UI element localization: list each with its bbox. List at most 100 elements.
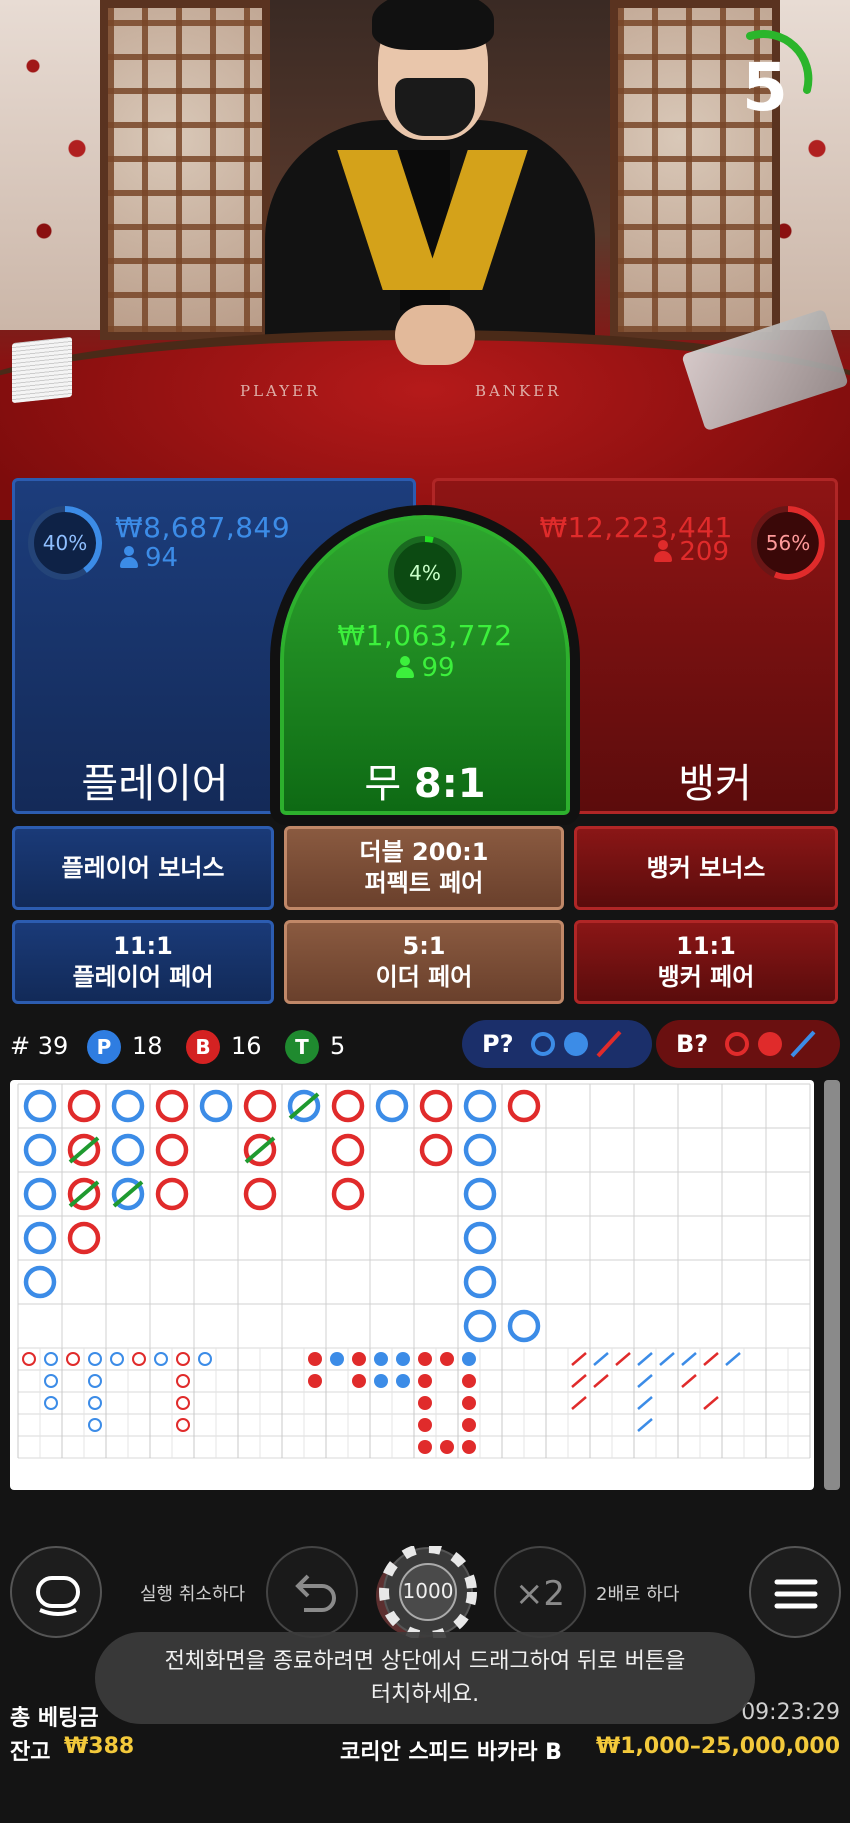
small-road-dot xyxy=(418,1374,432,1388)
big-road-circle xyxy=(155,1133,189,1167)
stats-bar: # 39 P 18 B 16 T 5 P? B? xyxy=(0,1018,850,1074)
table-name: 코리안 스피드 바카라 B xyxy=(340,1740,562,1765)
menu-button[interactable] xyxy=(749,1546,841,1638)
tie-total-amount: ₩1,063,772 xyxy=(337,619,513,652)
big-road-circle xyxy=(155,1177,189,1211)
big-road-circle xyxy=(111,1133,145,1167)
perfect-pair-button[interactable]: 더블 200:1 퍼펙트 페어 xyxy=(284,826,564,910)
undo-label: 실행 취소하다 xyxy=(140,1584,246,1605)
big-eye-circle xyxy=(176,1418,190,1432)
double-label: 2배로 하다 xyxy=(596,1584,680,1605)
small-road-dot xyxy=(396,1374,410,1388)
player-bonus-button[interactable]: 플레이어 보너스 xyxy=(12,826,274,910)
big-road-circle xyxy=(155,1089,189,1123)
road-grid xyxy=(17,1083,811,1459)
small-road-dot xyxy=(308,1374,322,1388)
person-icon xyxy=(395,656,415,678)
balance-label: 잔고 xyxy=(10,1740,51,1765)
big-road-circle xyxy=(67,1221,101,1255)
scoreboard[interactable] xyxy=(10,1080,814,1490)
banker-pair-label: 뱅커 페어 xyxy=(657,963,755,991)
chip-value: 1000 xyxy=(402,1579,454,1603)
player-bonus-label: 플레이어 보너스 xyxy=(61,853,225,882)
banker-bonus-button[interactable]: 뱅커 보너스 xyxy=(574,826,838,910)
player-predict-button[interactable]: P? xyxy=(462,1020,652,1068)
tie-percent: 4% xyxy=(409,561,441,585)
big-road-circle xyxy=(23,1177,57,1211)
big-road-circle xyxy=(463,1265,497,1299)
big-road-circle xyxy=(23,1221,57,1255)
cockroach-slash xyxy=(571,1396,587,1410)
tie-bet-area[interactable]: 4% ₩1,063,772 99 무 8:1 xyxy=(270,505,580,825)
tie-count-badge: T xyxy=(285,1030,319,1064)
cockroach-slash xyxy=(681,1352,697,1366)
cockroach-slash xyxy=(593,1374,609,1388)
tie-payout: 8:1 xyxy=(413,761,486,807)
small-road-dot xyxy=(352,1374,366,1388)
cockroach-slash xyxy=(571,1374,587,1388)
banker-percent-ring: 56% xyxy=(748,503,828,583)
small-road-dot xyxy=(418,1440,432,1454)
lattice-screen xyxy=(100,0,270,340)
player-wins-badge: P xyxy=(87,1030,121,1064)
banker-label: 뱅커 xyxy=(678,761,752,807)
player-pair-button[interactable]: 11:1 플레이어 페어 xyxy=(12,920,274,1004)
scoreboard-scrollbar[interactable] xyxy=(824,1080,840,1490)
toast-line-2: 터치하세요. xyxy=(370,1682,480,1707)
big-road-circle xyxy=(331,1133,365,1167)
big-road-circle xyxy=(243,1177,277,1211)
cockroach-slash xyxy=(637,1374,653,1388)
big-road-circle xyxy=(463,1309,497,1343)
balance-value: ₩388 xyxy=(64,1734,135,1759)
cockroach-slash xyxy=(725,1352,741,1366)
fullscreen-toast: 전체화면을 종료하려면 상단에서 드래그하여 뒤로 버튼을 터치하세요. xyxy=(95,1632,755,1724)
person-icon xyxy=(119,546,139,568)
either-pair-button[interactable]: 5:1 이더 페어 xyxy=(284,920,564,1004)
big-road-circle xyxy=(375,1089,409,1123)
big-road-circle xyxy=(111,1089,145,1123)
small-road-dot xyxy=(462,1396,476,1410)
big-eye-circle xyxy=(132,1352,146,1366)
big-eye-circle xyxy=(88,1374,102,1388)
double-button[interactable]: ×2 xyxy=(494,1546,586,1638)
big-eye-circle xyxy=(110,1352,124,1366)
perfect-pair-label: 퍼펙트 페어 xyxy=(364,869,484,897)
chat-bubble-icon xyxy=(36,1576,80,1616)
big-road-circle xyxy=(463,1177,497,1211)
dealer-hands xyxy=(395,305,475,365)
big-road-circle xyxy=(463,1133,497,1167)
small-road-dot xyxy=(418,1352,432,1366)
cockroach-slash xyxy=(681,1374,697,1388)
clock: 09:23:29 xyxy=(741,1700,840,1725)
chat-button[interactable] xyxy=(10,1546,102,1638)
banker-predict-button[interactable]: B? xyxy=(656,1020,840,1068)
tie-label: 무 8:1 xyxy=(284,751,566,809)
banker-pair-button[interactable]: 11:1 뱅커 페어 xyxy=(574,920,838,1004)
big-eye-circle xyxy=(88,1352,102,1366)
small-road-dot xyxy=(330,1352,344,1366)
chip-selector[interactable]: 1000 xyxy=(370,1543,482,1641)
big-eye-circle xyxy=(88,1396,102,1410)
tie-label-text: 무 xyxy=(364,761,402,807)
countdown-timer: 5 xyxy=(715,28,815,128)
small-road-dot xyxy=(396,1352,410,1366)
undo-icon xyxy=(295,1574,336,1612)
double-symbol: ×2 xyxy=(514,1574,566,1614)
predict-road-icons xyxy=(530,1030,621,1058)
big-road-circle xyxy=(331,1089,365,1123)
felt-banker-label: BANKER xyxy=(475,382,562,400)
banker-predict-label: B? xyxy=(676,1030,709,1058)
banker-wins-badge: B xyxy=(186,1030,220,1064)
big-road-circle xyxy=(67,1089,101,1123)
tie-bettors: 99 xyxy=(284,653,566,683)
small-road-dot xyxy=(462,1374,476,1388)
small-road-dot xyxy=(418,1418,432,1432)
big-eye-circle xyxy=(176,1396,190,1410)
dealer-hair xyxy=(372,0,494,50)
big-road-circle xyxy=(23,1089,57,1123)
cockroach-slash xyxy=(615,1352,631,1366)
undo-button[interactable] xyxy=(266,1546,358,1638)
big-eye-circle xyxy=(176,1374,190,1388)
tie-bettor-count: 99 xyxy=(421,653,455,683)
hamburger-menu-icon xyxy=(774,1579,818,1609)
